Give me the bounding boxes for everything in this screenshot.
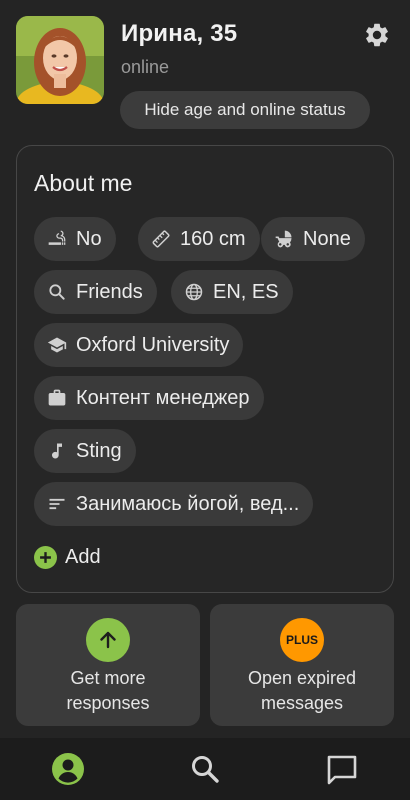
add-label: Add <box>65 545 101 568</box>
avatar-photo <box>16 16 104 104</box>
smoking-icon <box>46 228 68 250</box>
chip-education[interactable]: Oxford University <box>34 323 244 367</box>
hide-age-status-button[interactable]: Hide age and online status <box>120 91 370 129</box>
stroller-icon <box>273 228 295 250</box>
gear-icon <box>366 23 388 47</box>
chip-label: Oxford University <box>76 333 230 356</box>
chip-languages[interactable]: EN, ES <box>171 270 293 314</box>
plus-icon <box>34 545 57 569</box>
search-icon <box>192 756 219 783</box>
get-more-responses-button[interactable]: Get more responses <box>16 604 200 726</box>
settings-button[interactable] <box>361 19 393 51</box>
profile-icon <box>52 753 84 785</box>
plus-badge: PLUS <box>280 618 324 662</box>
tab-chat[interactable] <box>312 738 372 800</box>
chip-bio[interactable]: Занимаюсь йогой, вед... <box>34 482 314 526</box>
chip-label: 160 cm <box>180 227 246 250</box>
graduation-cap-icon <box>46 334 68 356</box>
add-button[interactable]: Add <box>34 542 101 572</box>
chip-label: Sting <box>76 439 122 462</box>
chat-icon <box>327 755 357 785</box>
chip-label: No <box>76 227 102 250</box>
chip-label: EN, ES <box>213 280 279 303</box>
text-lines-icon <box>46 493 68 515</box>
chip-height[interactable]: 160 cm <box>138 217 260 261</box>
about-me-card: About me No 160 cm None Friends EN, ES O… <box>16 145 394 593</box>
tab-profile[interactable] <box>38 738 98 800</box>
globe-icon <box>183 281 205 303</box>
search-icon <box>46 281 68 303</box>
arrow-up-icon <box>86 618 130 662</box>
avatar[interactable] <box>16 16 104 104</box>
chip-job[interactable]: Контент менеджер <box>34 376 264 420</box>
chip-looking-for[interactable]: Friends <box>34 270 157 314</box>
tab-search[interactable] <box>175 738 235 800</box>
chip-music[interactable]: Sting <box>34 429 136 473</box>
chip-label: Контент менеджер <box>76 386 250 409</box>
about-me-title: About me <box>34 170 133 196</box>
chip-label: Friends <box>76 280 143 303</box>
chip-children[interactable]: None <box>261 217 365 261</box>
ruler-icon <box>150 228 172 250</box>
online-status: online <box>121 57 170 77</box>
open-expired-messages-button[interactable]: PLUS Open expired messages <box>210 604 394 726</box>
chip-label: Занимаюсь йогой, вед... <box>76 492 300 515</box>
bottom-tab-bar <box>0 738 410 800</box>
chip-label: None <box>303 227 351 250</box>
chip-smoking[interactable]: No <box>34 217 116 261</box>
briefcase-icon <box>46 387 68 409</box>
music-note-icon <box>46 440 68 462</box>
open-expired-messages-label: Open expired messages <box>247 668 357 713</box>
get-more-responses-label: Get more responses <box>66 668 150 713</box>
profile-name: Ирина, 35 <box>121 20 238 47</box>
